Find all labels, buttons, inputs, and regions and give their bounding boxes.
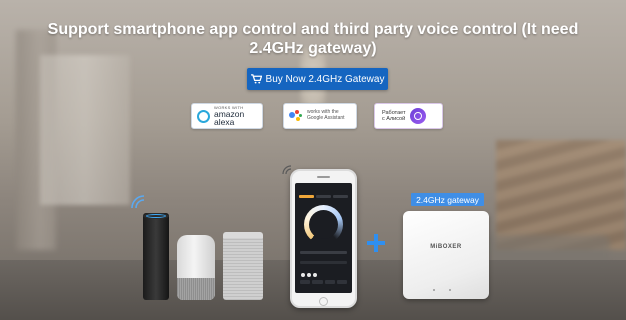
scene-dots [301,273,317,277]
plus-icon [367,234,385,252]
alice-icon [409,108,426,124]
works-with-alexa-badge: WORKS WITH amazon alexa [191,103,263,129]
google-assistant-icon [289,110,303,122]
alice-line2: с Алисой [382,116,406,122]
alexa-ring-icon [197,109,210,123]
brightness-slider [300,251,347,254]
buy-gateway-button[interactable]: Buy Now 2.4GHz Gateway [247,68,388,90]
wifi-signal-icon [131,195,145,209]
works-with-alice-badge: Работает с Алисой [374,103,443,129]
echo-light-ring [146,214,166,218]
phone-signal-icon [282,165,292,175]
amazon-echo-speaker [143,213,169,300]
app-screen [295,183,352,293]
app-button-grid [300,280,347,284]
works-with-google-badge: works with the Google Assistant [283,103,357,129]
google-home-base [177,278,215,300]
cart-icon [250,74,262,84]
app-tabs [299,195,348,199]
gateway-device: MiBOXER [403,211,489,299]
yandex-station-speaker [223,232,263,300]
mode-bar [300,261,347,264]
color-temperature-dial [304,205,343,244]
background-stairs [496,140,626,250]
alexa-big-text: amazon alexa [214,108,245,127]
phone-home-button [319,297,328,306]
gateway-brand: MiBOXER [430,244,462,250]
smartphone [290,169,357,308]
gateway-label: 2.4GHz gateway [411,193,484,206]
buy-gateway-label: Buy Now 2.4GHz Gateway [265,73,385,85]
product-banner: Support smartphone app control and third… [0,0,626,320]
google-line2: Google Assistant [307,115,345,121]
headline: Support smartphone app control and third… [47,21,579,57]
background-window [40,55,130,205]
gateway-leds [433,289,451,291]
phone-speaker [317,176,330,178]
